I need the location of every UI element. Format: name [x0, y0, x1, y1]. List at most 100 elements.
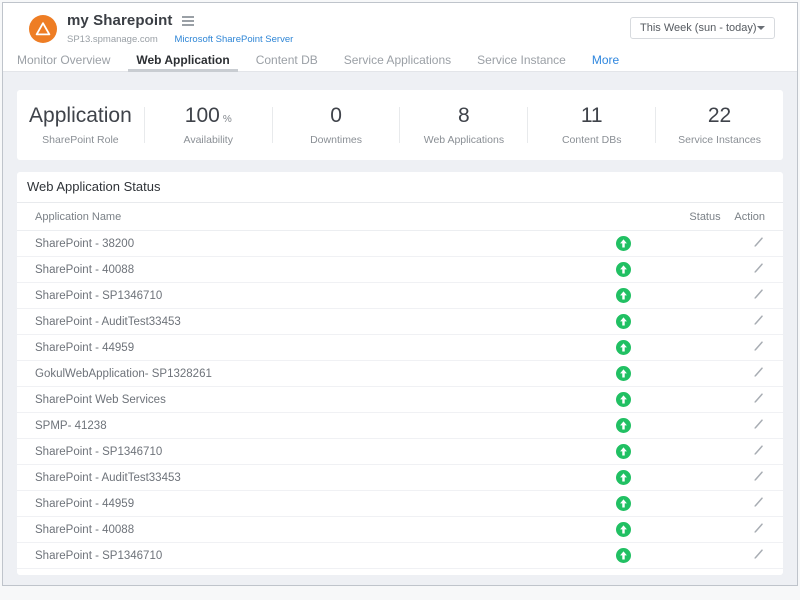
- edit-pencil-icon[interactable]: [752, 287, 765, 300]
- monitor-logo-warning-icon: [29, 15, 57, 43]
- stat-web-applications: 8Web Applications: [400, 104, 527, 146]
- edit-pencil-icon[interactable]: [752, 391, 765, 404]
- stat-downtimes: 0Downtimes: [273, 104, 400, 146]
- status-up-icon: [616, 314, 631, 329]
- status-up-icon: [616, 418, 631, 433]
- table-row: SPMP- 41238: [17, 413, 783, 439]
- application-name: SharePoint - SP1346710: [35, 446, 603, 458]
- status-cell: [603, 314, 643, 329]
- edit-pencil-icon[interactable]: [752, 443, 765, 456]
- stat-availability: 100% Availability: [145, 104, 272, 146]
- application-name: SharePoint Web Services: [35, 394, 603, 406]
- action-cell[interactable]: [747, 521, 765, 539]
- table-row: SharePoint - SP1346710: [17, 543, 783, 569]
- application-name: SharePoint - 44959: [35, 498, 603, 510]
- chevron-down-icon: [757, 26, 765, 30]
- col-header-action: Action: [734, 211, 765, 223]
- table-header-row: Application Name Status Action: [17, 203, 783, 231]
- edit-pencil-icon[interactable]: [752, 495, 765, 508]
- status-up-icon: [616, 392, 631, 407]
- col-header-status: Status: [689, 211, 734, 223]
- status-cell: [603, 470, 643, 485]
- tab-bar: Monitor Overview Web Application Content D…: [3, 49, 797, 72]
- tab-service-applications[interactable]: Service Applications: [344, 49, 451, 71]
- status-up-icon: [616, 496, 631, 511]
- action-cell[interactable]: [747, 235, 765, 253]
- tab-content-db[interactable]: Content DB: [256, 49, 318, 71]
- time-range-select[interactable]: This Week (sun - today): [630, 17, 775, 39]
- web-app-status-panel: Web Application Status Application Name …: [17, 172, 783, 575]
- table-row: SharePoint - 40088: [17, 517, 783, 543]
- app-window: my Sharepoint SP13.spmanage.com Microsof…: [2, 2, 798, 586]
- table-row: SharePoint Web Services: [17, 387, 783, 413]
- edit-pencil-icon[interactable]: [752, 365, 765, 378]
- status-up-icon: [616, 288, 631, 303]
- stat-label: Availability: [145, 134, 272, 146]
- status-up-icon: [616, 236, 631, 251]
- tab-web-application[interactable]: Web Application: [136, 49, 229, 71]
- table-row: GokulWebApplication- SP1328261: [17, 361, 783, 387]
- action-cell[interactable]: [747, 339, 765, 357]
- server-type-link[interactable]: Microsoft SharePoint Server: [174, 34, 293, 45]
- edit-pencil-icon[interactable]: [752, 547, 765, 560]
- action-cell[interactable]: [747, 495, 765, 513]
- action-cell[interactable]: [747, 365, 765, 383]
- table-row: SharePoint - 40088: [17, 257, 783, 283]
- application-name: SharePoint - AuditTest33453: [35, 316, 603, 328]
- edit-pencil-icon[interactable]: [752, 313, 765, 326]
- page-title: my Sharepoint: [67, 12, 173, 29]
- stat-unit: %: [223, 114, 232, 125]
- panel-title: Web Application Status: [17, 172, 783, 203]
- edit-pencil-icon[interactable]: [752, 261, 765, 274]
- edit-pencil-icon[interactable]: [752, 521, 765, 534]
- edit-pencil-icon[interactable]: [752, 417, 765, 430]
- status-up-icon: [616, 470, 631, 485]
- page-body: Application SharePoint Role100% Availabili…: [3, 72, 797, 575]
- status-up-icon: [616, 548, 631, 563]
- edit-pencil-icon[interactable]: [752, 469, 765, 482]
- table-row: SharePoint - SP1346710: [17, 439, 783, 465]
- edit-pencil-icon[interactable]: [752, 339, 765, 352]
- stat-service-instances: 22 Service Instances: [656, 104, 783, 146]
- status-cell: [603, 522, 643, 537]
- stat-value: Application: [17, 104, 144, 128]
- action-cell[interactable]: [747, 547, 765, 565]
- header: my Sharepoint SP13.spmanage.com Microsof…: [3, 3, 797, 49]
- status-up-icon: [616, 262, 631, 277]
- action-cell[interactable]: [747, 391, 765, 409]
- menu-icon[interactable]: [182, 16, 194, 26]
- application-name: GokulWebApplication- SP1328261: [35, 368, 603, 380]
- stat-label: Content DBs: [528, 134, 655, 146]
- application-name: SharePoint - AuditTest33453: [35, 472, 603, 484]
- action-cell[interactable]: [747, 443, 765, 461]
- action-cell[interactable]: [747, 261, 765, 279]
- tab-service-instance[interactable]: Service Instance: [477, 49, 566, 71]
- tab-more[interactable]: More: [592, 49, 619, 71]
- summary-panel: Application SharePoint Role100% Availabili…: [17, 90, 783, 160]
- status-cell: [603, 340, 643, 355]
- application-name: SharePoint - SP1346710: [35, 290, 603, 302]
- stat-value: 100%: [145, 104, 272, 128]
- action-cell[interactable]: [747, 469, 765, 487]
- time-range-value: This Week (sun - today): [640, 22, 757, 34]
- stat-value: 22: [656, 104, 783, 128]
- stat-label: SharePoint Role: [17, 134, 144, 146]
- stat-label: Service Instances: [656, 134, 783, 146]
- table-row: SharePoint - 38200: [17, 231, 783, 257]
- table-row: SharePoint - SP1346710: [17, 283, 783, 309]
- status-up-icon: [616, 522, 631, 537]
- action-cell[interactable]: [747, 417, 765, 435]
- action-cell[interactable]: [747, 287, 765, 305]
- col-header-application-name: Application Name: [35, 211, 590, 223]
- status-cell: [603, 418, 643, 433]
- status-cell: [603, 444, 643, 459]
- table-row: SharePoint - 44959: [17, 491, 783, 517]
- edit-pencil-icon[interactable]: [752, 235, 765, 248]
- application-name: SharePoint - 44959: [35, 342, 603, 354]
- tab-monitor-overview[interactable]: Monitor Overview: [17, 49, 110, 71]
- action-cell[interactable]: [747, 313, 765, 331]
- status-cell: [603, 288, 643, 303]
- status-cell: [603, 548, 643, 563]
- status-cell: [603, 366, 643, 381]
- status-up-icon: [616, 340, 631, 355]
